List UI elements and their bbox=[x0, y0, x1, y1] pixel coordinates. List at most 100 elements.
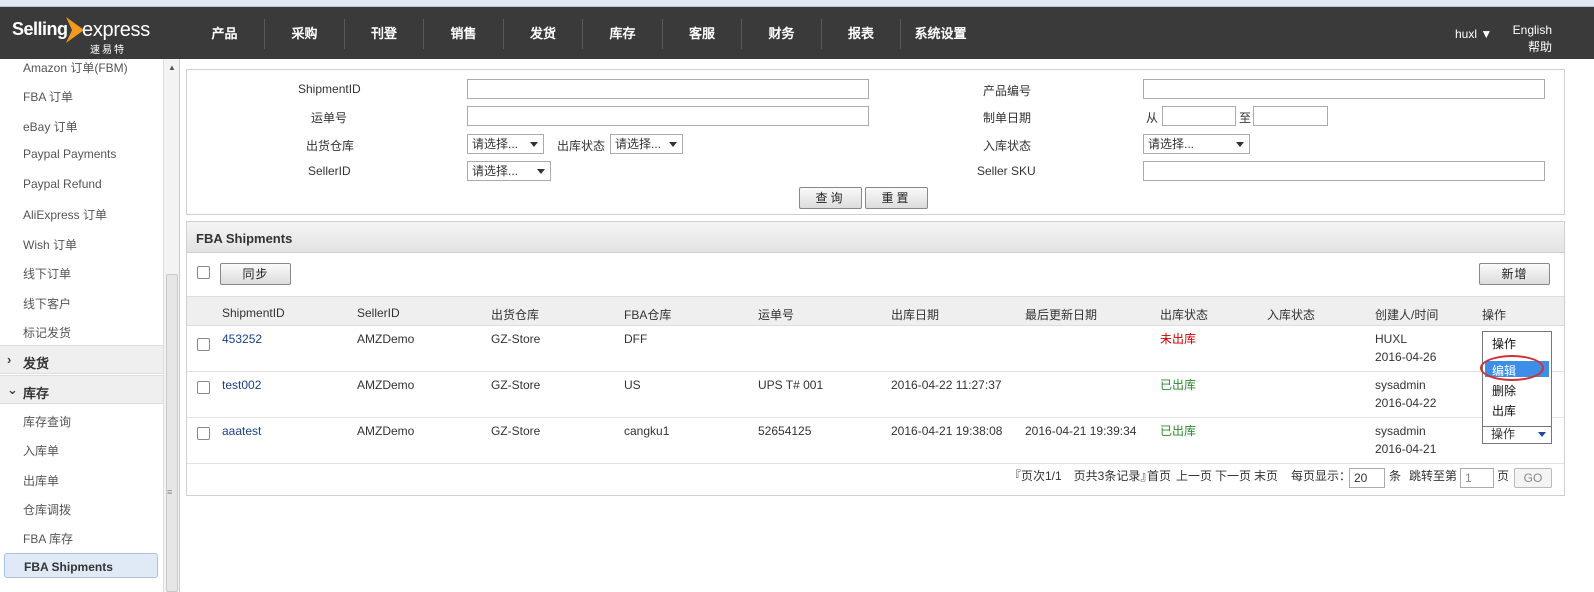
dropdown-option-action[interactable]: 操作 bbox=[1492, 335, 1516, 352]
col-out-date[interactable]: 出库日期 bbox=[891, 306, 939, 323]
shipment-id-link[interactable]: test002 bbox=[222, 375, 261, 395]
reset-button[interactable]: 重置 bbox=[865, 187, 928, 209]
nav-settings[interactable]: 系统设置 bbox=[900, 19, 980, 49]
out-warehouse-select[interactable]: 请选择... bbox=[467, 134, 544, 154]
dropdown-option-delete[interactable]: 删除 bbox=[1492, 382, 1516, 399]
nav-service[interactable]: 客服 bbox=[662, 19, 741, 49]
col-out-status[interactable]: 出库状态 bbox=[1160, 306, 1208, 323]
col-waybill[interactable]: 运单号 bbox=[758, 306, 794, 323]
scroll-up-icon[interactable]: ▲ bbox=[168, 63, 176, 72]
seller-sku-input[interactable] bbox=[1143, 161, 1545, 181]
panel-title: FBA Shipments bbox=[196, 231, 293, 246]
product-no-input[interactable] bbox=[1143, 79, 1545, 99]
out-status-cell: 未出库 bbox=[1160, 332, 1197, 346]
col-in-status[interactable]: 入库状态 bbox=[1267, 306, 1315, 323]
out-status-label: 出库状态 bbox=[557, 139, 606, 153]
shipment-id-input[interactable] bbox=[467, 79, 869, 99]
sidebar-section-inventory[interactable]: ⌄ 库存 bbox=[0, 375, 163, 404]
sidebar-item-paypal-refund[interactable]: Paypal Refund bbox=[23, 177, 102, 191]
row-checkbox[interactable] bbox=[197, 338, 210, 351]
jump-label: 跳转至第 bbox=[1409, 469, 1458, 483]
pager-last[interactable]: 末页 bbox=[1254, 467, 1278, 484]
help-link[interactable]: 帮助 bbox=[1508, 39, 1552, 56]
sidebar-item-inbound[interactable]: 入库单 bbox=[23, 442, 59, 459]
select-all-checkbox[interactable] bbox=[197, 266, 210, 279]
sidebar-item-offline-customers[interactable]: 线下客户 bbox=[23, 295, 71, 312]
language-link[interactable]: English bbox=[1508, 22, 1552, 39]
pager-prev[interactable]: 上一页 bbox=[1176, 467, 1212, 484]
shipment-id-link[interactable]: 453252 bbox=[222, 329, 262, 349]
waybill-cell: UPS T# 001 bbox=[758, 378, 824, 392]
sync-button[interactable]: 同步 bbox=[220, 263, 291, 285]
date-to-input[interactable] bbox=[1253, 106, 1328, 126]
sidebar: Amazon 订单(FBM) FBA 订单 eBay 订单 Paypal Pay… bbox=[0, 59, 180, 592]
table-row: aaatest AMZDemo GZ-Store cangku1 5265412… bbox=[187, 418, 1564, 464]
query-button[interactable]: 查询 bbox=[799, 187, 862, 209]
lang-help-box: English 帮助 bbox=[1508, 22, 1552, 56]
col-seller-id[interactable]: SellerID bbox=[357, 306, 400, 320]
sidebar-item-fba-shipments[interactable]: FBA Shipments bbox=[4, 553, 158, 578]
sidebar-item-paypal-payments[interactable]: Paypal Payments bbox=[23, 147, 116, 161]
sidebar-item-amazon-fbm[interactable]: Amazon 订单(FBM) bbox=[23, 59, 128, 76]
dropdown-arrow-icon bbox=[669, 142, 677, 147]
col-creator[interactable]: 创建人/时间 bbox=[1375, 306, 1438, 323]
user-menu[interactable]: huxl ▼ bbox=[1455, 27, 1492, 41]
go-button[interactable]: GO bbox=[1514, 468, 1552, 488]
nav-sales[interactable]: 销售 bbox=[423, 19, 503, 49]
waybill-input[interactable] bbox=[467, 106, 869, 126]
jump-page-input[interactable]: 1 bbox=[1460, 468, 1494, 488]
pager-next[interactable]: 下一页 bbox=[1215, 467, 1251, 484]
out-status-select[interactable]: 请选择... bbox=[610, 134, 683, 154]
sidebar-item-mark-shipped[interactable]: 标记发货 bbox=[23, 324, 71, 341]
sidebar-item-fba-orders[interactable]: FBA 订单 bbox=[23, 88, 73, 105]
sidebar-item-fba-stock[interactable]: FBA 库存 bbox=[23, 530, 73, 547]
nav-reports[interactable]: 报表 bbox=[821, 19, 900, 49]
dropdown-option-outbound[interactable]: 出库 bbox=[1492, 402, 1516, 419]
sidebar-section-label: 发货 bbox=[23, 356, 50, 371]
scrollbar-thumb[interactable] bbox=[166, 274, 178, 592]
row-checkbox[interactable] bbox=[197, 381, 210, 394]
sidebar-item-transfer[interactable]: 仓库调拨 bbox=[23, 501, 71, 518]
main-nav: 产品 采购 刊登 销售 发货 库存 客服 财务 报表 系统设置 bbox=[185, 19, 980, 49]
nav-inventory[interactable]: 库存 bbox=[582, 19, 662, 49]
sidebar-item-ebay-orders[interactable]: eBay 订单 bbox=[23, 118, 78, 135]
logo-express: express bbox=[82, 19, 150, 41]
warehouse-cell: GZ-Store bbox=[491, 424, 541, 438]
sidebar-section-shipping[interactable]: › 发货 bbox=[0, 345, 163, 374]
nav-shipping[interactable]: 发货 bbox=[503, 19, 582, 49]
col-fba-warehouse[interactable]: FBA仓库 bbox=[624, 306, 671, 323]
nav-listing[interactable]: 刊登 bbox=[344, 19, 423, 49]
new-button[interactable]: 新增 bbox=[1479, 263, 1550, 285]
row-action-select[interactable]: 操作 bbox=[1482, 424, 1552, 444]
seller-id-select[interactable]: 请选择... bbox=[467, 161, 551, 181]
shipment-id-label: ShipmentID bbox=[298, 82, 361, 96]
pager-summary: 『页次1/1 页共3条记录』 bbox=[1009, 469, 1153, 483]
pager-first[interactable]: 首页 bbox=[1147, 467, 1171, 484]
out-status-cell: 已出库 bbox=[1160, 378, 1197, 392]
col-warehouse[interactable]: 出货仓库 bbox=[491, 306, 539, 323]
sidebar-item-aliexpress-orders[interactable]: AliExpress 订单 bbox=[23, 206, 107, 223]
window-top-strip bbox=[0, 0, 1594, 7]
highlight-circle bbox=[1480, 355, 1544, 381]
row-checkbox[interactable] bbox=[197, 427, 210, 440]
in-status-select[interactable]: 请选择... bbox=[1143, 134, 1250, 154]
fba-warehouse-cell: DFF bbox=[624, 332, 648, 346]
date-from-input[interactable] bbox=[1162, 106, 1236, 126]
fba-shipments-panel: FBA Shipments 同步 新增 ShipmentID SellerID … bbox=[186, 221, 1565, 496]
nav-finance[interactable]: 财务 bbox=[741, 19, 821, 49]
shipment-id-link[interactable]: aaatest bbox=[222, 421, 261, 441]
sidebar-item-stock-query[interactable]: 库存查询 bbox=[23, 413, 71, 430]
nav-purchase[interactable]: 采购 bbox=[264, 19, 344, 49]
col-updated[interactable]: 最后更新日期 bbox=[1025, 306, 1097, 323]
sidebar-item-wish-orders[interactable]: Wish 订单 bbox=[23, 236, 77, 253]
col-actions: 操作 bbox=[1482, 308, 1507, 322]
sidebar-item-outbound[interactable]: 出库单 bbox=[23, 472, 59, 489]
col-shipment-id[interactable]: ShipmentID bbox=[222, 306, 285, 320]
panel-title-bar: FBA Shipments bbox=[187, 222, 1564, 253]
select-value: 请选择... bbox=[472, 137, 519, 151]
per-page-input[interactable]: 20 bbox=[1349, 468, 1385, 488]
sidebar-item-offline-orders[interactable]: 线下订单 bbox=[23, 265, 71, 282]
fba-warehouse-cell: US bbox=[624, 378, 641, 392]
sidebar-scrollbar[interactable]: ▲ ≡ bbox=[163, 59, 179, 592]
nav-product[interactable]: 产品 bbox=[185, 19, 264, 49]
